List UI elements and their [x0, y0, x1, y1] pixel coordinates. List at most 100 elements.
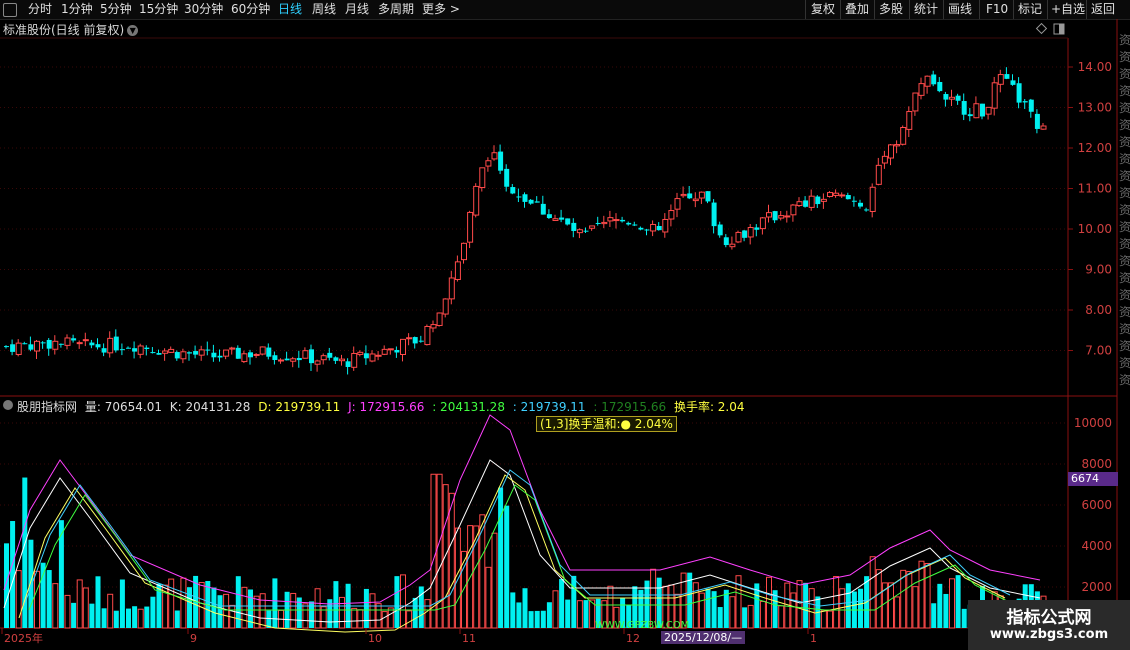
candle-body — [772, 211, 778, 221]
volume-bar — [187, 587, 192, 628]
volume-bar — [522, 588, 528, 628]
period-tab-15min[interactable]: 15分钟 — [139, 2, 178, 17]
period-tab-5min[interactable]: 5分钟 — [100, 2, 132, 17]
volume-tick-label: 8000 — [1081, 457, 1112, 471]
volume-bar — [790, 592, 797, 629]
candle-body — [516, 196, 522, 198]
volume-bar — [58, 520, 64, 628]
candle-body — [223, 349, 230, 357]
candle-body — [290, 358, 297, 362]
line2-value: : 219739.11 — [512, 400, 586, 414]
side-fragment: 资 — [1119, 33, 1130, 47]
volume-bar — [28, 539, 34, 628]
volume-bar — [113, 610, 119, 628]
f10-button[interactable]: F10 — [986, 2, 1008, 17]
candle-body — [881, 155, 888, 164]
candle-body — [473, 185, 480, 216]
volume-bar — [747, 604, 754, 629]
candle-body — [144, 347, 150, 350]
candle-body — [187, 352, 192, 354]
period-tab-multi[interactable]: 多周期 — [378, 2, 414, 17]
candle-body — [132, 348, 138, 352]
diamond-icon[interactable] — [1035, 22, 1048, 35]
multi-stock-button[interactable]: 多股 — [879, 2, 903, 17]
volume-bar — [833, 576, 840, 629]
candle-body — [626, 222, 632, 225]
candle-body — [742, 230, 748, 238]
period-tab-30min[interactable]: 30分钟 — [184, 2, 223, 17]
fuquan-button[interactable]: 复权 — [811, 2, 835, 17]
indicator-name[interactable]: 股朋指标网 — [17, 400, 77, 414]
side-fragment: 资 — [1119, 271, 1130, 285]
candle-body — [680, 193, 687, 197]
volume-bar — [723, 589, 729, 628]
candle-body — [546, 214, 552, 218]
candle-body — [375, 354, 382, 357]
period-tab-fenshi[interactable]: 分时 — [28, 2, 52, 17]
period-tab-monthly[interactable]: 月线 — [345, 2, 369, 17]
volume-bar — [22, 477, 28, 628]
period-tab-1min[interactable]: 1分钟 — [61, 2, 93, 17]
period-tab-daily[interactable]: 日线 — [278, 2, 302, 17]
candle-body — [796, 201, 803, 207]
candle-body — [985, 106, 992, 115]
d-value: D: 219739.11 — [258, 400, 341, 414]
chart-title[interactable]: 标准股份(日线 前复权) ▼ — [3, 21, 139, 38]
volume-bar — [894, 596, 901, 629]
side-fragment: 资 — [1119, 186, 1130, 200]
candle-body — [583, 230, 589, 232]
candle-body — [448, 277, 455, 300]
candle-body — [10, 344, 16, 352]
candle-body — [949, 96, 955, 100]
candle-body — [101, 348, 107, 353]
j-line — [3, 414, 1041, 605]
volume-bar — [126, 608, 131, 628]
candle-body — [571, 222, 577, 231]
volume-bar — [473, 525, 480, 629]
volume-tick-label: 4000 — [1081, 539, 1112, 553]
volume-bar — [272, 578, 278, 628]
volume-bar — [808, 588, 815, 629]
candle-body — [607, 217, 614, 222]
volume-bar — [955, 575, 961, 628]
statistics-button[interactable]: 统计 — [914, 2, 938, 17]
candle-body — [723, 237, 729, 246]
volume-bar — [943, 593, 949, 628]
candle-body — [309, 349, 314, 364]
draw-line-button[interactable]: 画线 — [948, 2, 972, 17]
mark-button[interactable]: 标记 — [1018, 2, 1042, 17]
volume-bar — [259, 593, 266, 629]
period-tab-60min[interactable]: 60分钟 — [231, 2, 270, 17]
overlay-button[interactable]: 叠加 — [845, 2, 869, 17]
chevron-down-icon[interactable]: ▼ — [127, 25, 139, 36]
volume-bar — [64, 594, 71, 629]
candle-body — [656, 226, 662, 231]
indicator-menu-icon[interactable] — [3, 400, 13, 410]
period-tab-more[interactable]: 更多 > — [422, 2, 460, 17]
price-tick-label: 13.00 — [1078, 101, 1112, 115]
candle-body — [735, 231, 742, 243]
volume-bar — [729, 596, 736, 629]
volume-bar — [296, 597, 302, 628]
back-button[interactable]: 返回 — [1091, 2, 1115, 17]
volume-bar — [454, 527, 461, 629]
candle-body — [1010, 80, 1016, 85]
candle-body — [205, 349, 211, 351]
period-tab-weekly[interactable]: 周线 — [312, 2, 336, 17]
candle-body — [1028, 99, 1034, 112]
candle-body — [980, 103, 985, 117]
panel-toggle-icon[interactable] — [1053, 23, 1065, 35]
volume-bar — [552, 590, 559, 629]
candle-body — [119, 349, 125, 351]
side-fragment: 资 — [1119, 169, 1130, 183]
volume-bar — [387, 607, 394, 629]
candle-body — [126, 347, 131, 349]
add-watchlist-button[interactable]: +自选 — [1051, 2, 1085, 17]
side-fragment: 资 — [1119, 67, 1130, 81]
candle-body — [467, 211, 474, 243]
volume-bar — [516, 602, 522, 628]
window-icon[interactable] — [3, 3, 17, 17]
kline-chart[interactable]: 14.00 13.00 12.00 11.00 10.00 9.00 8.00 7.00 10… — [0, 0, 1130, 650]
candle-body — [1040, 125, 1047, 130]
volume-bar — [698, 592, 705, 629]
